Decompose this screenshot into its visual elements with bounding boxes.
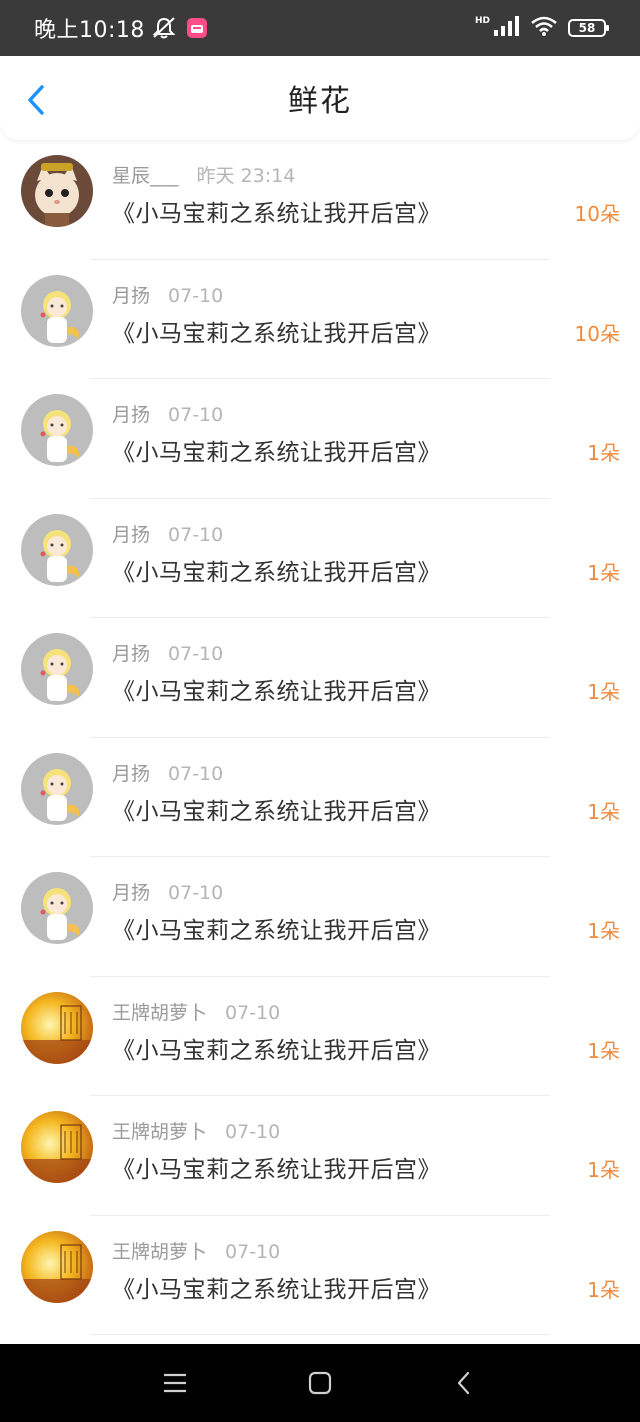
status-time: 晚上10:18 xyxy=(34,18,145,43)
book-title[interactable]: 《小马宝莉之系统让我开后宫》 xyxy=(112,553,441,587)
book-title[interactable]: 《小马宝莉之系统让我开后宫》 xyxy=(112,314,441,348)
flower-count: 1朵 xyxy=(587,799,620,824)
user-name[interactable]: 月扬 xyxy=(112,763,150,785)
page-title: 鲜花 xyxy=(288,84,352,119)
avatar[interactable] xyxy=(21,1230,93,1303)
timestamp: 07-10 xyxy=(225,1240,281,1263)
flower-count: 1朵 xyxy=(587,1158,620,1182)
user-name[interactable]: 月扬 xyxy=(112,524,150,546)
timestamp: 昨天 23:14 xyxy=(196,165,296,187)
hd-label: HD xyxy=(474,16,490,26)
status-bar: 晚上10:18 HD 58 xyxy=(0,0,640,56)
timestamp: 07-10 xyxy=(225,1001,281,1024)
avatar[interactable] xyxy=(21,1111,93,1183)
timestamp: 07-10 xyxy=(168,762,224,785)
timestamp: 07-10 xyxy=(225,1121,281,1143)
flower-count: 1朵 xyxy=(587,1038,620,1063)
user-meta: 王牌胡萝卜 07-10 xyxy=(112,1237,280,1264)
user-name[interactable]: 月扬 xyxy=(112,643,150,665)
list-item[interactable]: 王牌胡萝卜 07-10 《小马宝莉之系统让我开后宫》 1朵 xyxy=(0,1096,640,1216)
battery-level: 58 xyxy=(578,21,596,35)
signal-icon xyxy=(492,16,520,40)
user-name[interactable]: 月扬 xyxy=(112,404,150,426)
flower-count: 1朵 xyxy=(587,560,620,585)
user-meta: 月扬 07-10 xyxy=(112,878,223,905)
avatar[interactable] xyxy=(21,991,93,1064)
book-title[interactable]: 《小马宝莉之系统让我开后宫》 xyxy=(112,911,441,945)
avatar[interactable] xyxy=(21,394,93,466)
menu-icon xyxy=(164,1373,186,1393)
user-meta: 月扬 07-10 xyxy=(112,281,223,308)
flower-count: 1朵 xyxy=(587,680,620,704)
book-title[interactable]: 《小马宝莉之系统让我开后宫》 xyxy=(112,1270,441,1304)
home-button[interactable] xyxy=(305,1368,335,1398)
avatar[interactable] xyxy=(21,513,93,586)
user-name[interactable]: 月扬 xyxy=(112,882,150,904)
timestamp: 07-10 xyxy=(168,523,224,546)
book-title[interactable]: 《小马宝莉之系统让我开后宫》 xyxy=(112,672,441,706)
chevron-left-icon xyxy=(28,85,44,115)
avatar[interactable] xyxy=(21,633,93,705)
avatar[interactable] xyxy=(21,274,93,347)
timestamp: 07-10 xyxy=(168,284,224,307)
list-item[interactable]: 月扬 07-10 《小马宝莉之系统让我开后宫》 10朵 xyxy=(0,260,640,380)
flower-count: 10朵 xyxy=(574,321,620,346)
app-notification-icon xyxy=(186,18,207,38)
user-meta: 月扬 07-10 xyxy=(112,520,223,547)
back-button[interactable] xyxy=(22,84,50,116)
user-meta: 月扬 07-10 xyxy=(112,759,223,786)
user-name[interactable]: 王牌胡萝卜 xyxy=(112,1121,207,1143)
avatar[interactable] xyxy=(21,872,93,944)
timestamp: 07-10 xyxy=(168,882,224,904)
book-title[interactable]: 《小马宝莉之系统让我开后宫》 xyxy=(112,792,441,826)
timestamp: 07-10 xyxy=(168,643,224,665)
flower-count: 1朵 xyxy=(587,441,620,465)
list-item[interactable]: 月扬 07-10 《小马宝莉之系统让我开后宫》 1朵 xyxy=(0,499,640,619)
avatar[interactable] xyxy=(21,155,93,227)
book-title[interactable]: 《小马宝莉之系统让我开后宫》 xyxy=(112,194,441,228)
flower-record-list: 星辰___ 昨天 23:14 《小马宝莉之系统让我开后宫》 10朵 月扬 07-10 《小马… xyxy=(0,140,640,1335)
battery-indicator: 58 xyxy=(568,19,609,37)
muted-bell-icon xyxy=(151,16,177,40)
flower-count: 10朵 xyxy=(574,202,620,226)
user-meta: 王牌胡萝卜 07-10 xyxy=(112,998,280,1025)
flower-count: 1朵 xyxy=(587,919,620,943)
list-item[interactable]: 王牌胡萝卜 07-10 《小马宝莉之系统让我开后宫》 1朵 xyxy=(0,1216,640,1336)
user-meta: 月扬 07-10 xyxy=(112,400,223,427)
avatar[interactable] xyxy=(21,752,93,825)
user-meta: 星辰___ 昨天 23:14 xyxy=(112,161,295,188)
book-title[interactable]: 《小马宝莉之系统让我开后宫》 xyxy=(112,433,441,467)
list-item[interactable]: 王牌胡萝卜 07-10 《小马宝莉之系统让我开后宫》 1朵 xyxy=(0,977,640,1097)
menu-button[interactable] xyxy=(160,1368,190,1398)
user-name[interactable]: 月扬 xyxy=(112,285,150,307)
list-item[interactable]: 月扬 07-10 《小马宝莉之系统让我开后宫》 1朵 xyxy=(0,738,640,858)
wifi-icon xyxy=(530,15,558,41)
timestamp: 07-10 xyxy=(168,404,224,426)
page-header: 鲜花 xyxy=(0,56,640,140)
user-meta: 月扬 07-10 xyxy=(112,639,223,666)
home-square-icon xyxy=(308,1371,332,1395)
book-title[interactable]: 《小马宝莉之系统让我开后宫》 xyxy=(112,1031,441,1065)
back-triangle-icon xyxy=(457,1371,470,1395)
list-item[interactable]: 月扬 07-10 《小马宝莉之系统让我开后宫》 1朵 xyxy=(0,379,640,499)
list-item[interactable]: 月扬 07-10 《小马宝莉之系统让我开后宫》 1朵 xyxy=(0,618,640,738)
user-name[interactable]: 王牌胡萝卜 xyxy=(112,1241,207,1263)
list-item[interactable]: 星辰___ 昨天 23:14 《小马宝莉之系统让我开后宫》 10朵 xyxy=(0,140,640,260)
user-name[interactable]: 星辰___ xyxy=(112,165,179,187)
system-nav-bar xyxy=(0,1344,640,1422)
nav-back-button[interactable] xyxy=(449,1368,479,1398)
list-item[interactable]: 月扬 07-10 《小马宝莉之系统让我开后宫》 1朵 xyxy=(0,857,640,977)
user-name[interactable]: 王牌胡萝卜 xyxy=(112,1002,207,1024)
book-title[interactable]: 《小马宝莉之系统让我开后宫》 xyxy=(112,1150,441,1184)
user-meta: 王牌胡萝卜 07-10 xyxy=(112,1117,280,1144)
flower-count: 1朵 xyxy=(587,1277,620,1302)
